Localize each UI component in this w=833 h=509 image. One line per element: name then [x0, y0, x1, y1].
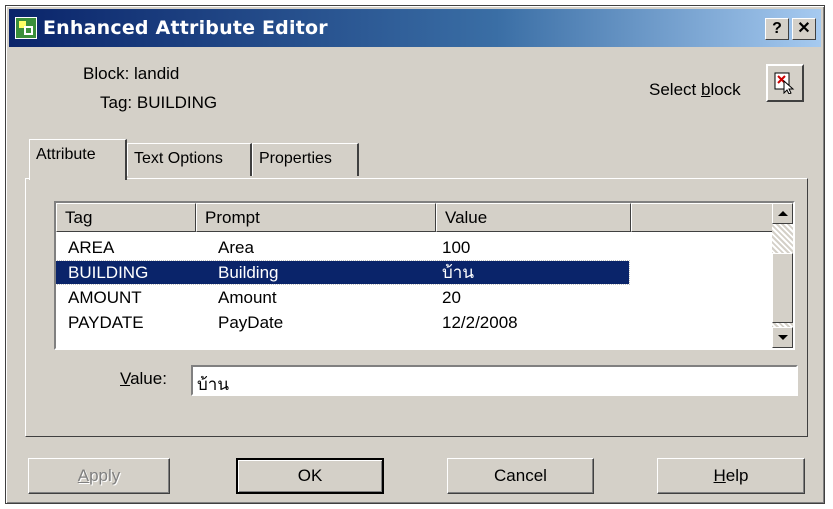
select-objects-icon	[774, 72, 795, 94]
select-block-label: Select block	[649, 80, 741, 99]
block-name-label: Block: landid	[83, 64, 180, 83]
tab-attribute[interactable]: Attribute	[29, 139, 127, 180]
apply-button[interactable]: Apply	[28, 458, 170, 494]
title-bar[interactable]: Enhanced Attribute Editor ? ✕	[9, 9, 821, 47]
tag-name-label: Tag: BUILDING	[100, 93, 218, 112]
cancel-button[interactable]: Cancel	[447, 458, 594, 494]
tab-text-options[interactable]: Text Options	[127, 143, 252, 176]
app-icon	[15, 17, 37, 39]
tab-properties[interactable]: Properties	[252, 143, 359, 176]
ok-button[interactable]: OK	[236, 458, 384, 494]
help-button[interactable]: Help	[657, 458, 805, 494]
help-title-button[interactable]: ?	[765, 18, 789, 40]
tab-panel	[25, 178, 808, 437]
close-button[interactable]: ✕	[792, 18, 816, 40]
select-block-button[interactable]	[766, 64, 804, 102]
window-title: Enhanced Attribute Editor	[43, 17, 328, 39]
